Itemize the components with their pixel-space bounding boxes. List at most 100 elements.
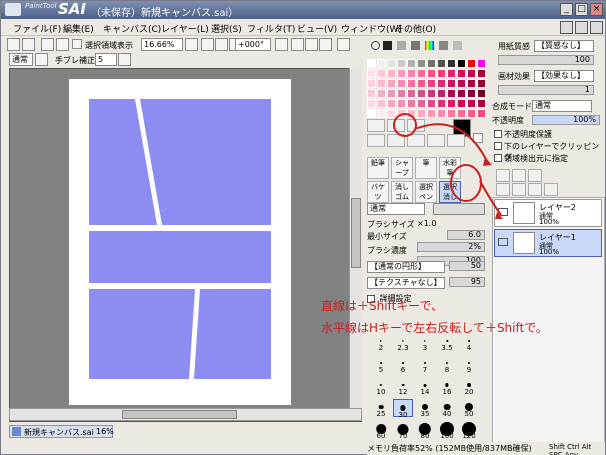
color-swatch[interactable] (377, 109, 386, 118)
effect-select[interactable]: 【効果なし】 (534, 70, 594, 82)
tool-eraser[interactable]: 消しゴム (391, 181, 413, 203)
layer-blend-select[interactable]: 通常 (532, 100, 592, 112)
menu-layer[interactable]: レイヤー(L) (161, 22, 209, 35)
mode-dropdown-button[interactable] (35, 53, 48, 66)
color-swatch[interactable] (457, 99, 466, 108)
color-swatch[interactable] (477, 99, 486, 108)
menu-canvas[interactable]: キャンバス(C) (103, 22, 161, 35)
rotation-field[interactable]: +000° (235, 38, 271, 51)
color-swatch[interactable] (387, 59, 396, 68)
stabilizer-dropdown-button[interactable] (118, 53, 131, 66)
brush-size-preset[interactable]: 6 (393, 355, 413, 374)
paper-texture-strength-slider[interactable]: 100 (498, 55, 594, 65)
tool-bucket[interactable]: バケツ (367, 181, 389, 203)
color-swatch[interactable] (387, 99, 396, 108)
color-swatch[interactable] (457, 109, 466, 118)
color-swatch[interactable] (477, 79, 486, 88)
menu-edit[interactable]: 編集(E) (63, 22, 94, 35)
doc-close-button[interactable] (590, 21, 603, 34)
color-swatch[interactable] (437, 59, 446, 68)
minimize-button[interactable]: _ (560, 3, 573, 16)
color-wheel-mode-icon[interactable] (371, 41, 380, 50)
zoom-tool[interactable] (387, 134, 405, 147)
rotation-dropdown-button[interactable] (275, 38, 288, 51)
color-swatch[interactable] (407, 99, 416, 108)
color-swatch[interactable] (447, 89, 456, 98)
tool-sharp[interactable]: シャープ (391, 157, 413, 179)
color-swatch[interactable] (437, 79, 446, 88)
rect-select-tool[interactable] (367, 119, 385, 132)
menu-filter[interactable]: フィルタ(T) (247, 22, 295, 35)
lasso-tool[interactable] (387, 119, 405, 132)
vertical-scroll-thumb[interactable] (351, 198, 361, 268)
vertical-scrollbar[interactable] (349, 68, 362, 408)
color-swatch[interactable] (417, 89, 426, 98)
merge-down-button[interactable] (512, 183, 526, 196)
delete-layer-button[interactable] (544, 183, 558, 196)
brush-size-preset[interactable]: 40 (437, 399, 457, 418)
color-swatch[interactable] (397, 69, 406, 78)
new-layer-button[interactable] (496, 169, 510, 182)
color-swatch[interactable] (477, 69, 486, 78)
zoom-in-button[interactable] (215, 38, 228, 51)
region-source-checkbox[interactable] (494, 154, 502, 162)
color-swatch[interactable] (367, 79, 376, 88)
color-swatch[interactable] (467, 89, 476, 98)
color-swatch[interactable] (467, 99, 476, 108)
menu-window[interactable]: ウィンドウ(W) (341, 22, 402, 35)
color-swatch[interactable] (417, 79, 426, 88)
color-swatch[interactable] (457, 69, 466, 78)
color-swatch[interactable] (437, 99, 446, 108)
brush-size-preset[interactable]: 8 (437, 355, 457, 374)
protect-opacity-checkbox[interactable] (494, 130, 502, 138)
menu-other[interactable]: その他(O) (395, 22, 436, 35)
color-swatch[interactable] (387, 89, 396, 98)
doc-restore-button[interactable] (575, 21, 588, 34)
brush-size-preset[interactable]: 35 (415, 399, 435, 418)
brush-size-preset[interactable]: 120 (459, 421, 479, 440)
mixer-mode-icon[interactable] (425, 41, 434, 50)
flip-horizontal-button[interactable] (337, 38, 350, 51)
color-swatch[interactable] (477, 59, 486, 68)
color-swatch[interactable] (377, 89, 386, 98)
color-swatch[interactable] (397, 109, 406, 118)
blend-mode-select[interactable]: 通常 (367, 203, 425, 215)
hsv-mode-icon[interactable] (397, 41, 406, 50)
maximize-button[interactable]: □ (575, 3, 588, 16)
color-swatch[interactable] (407, 89, 416, 98)
zoom-field[interactable]: 16.66% (141, 38, 183, 51)
color-swatch[interactable] (417, 59, 426, 68)
tool-pencil[interactable]: 鉛筆 (367, 157, 389, 179)
brush-size-preset[interactable]: 10 (371, 377, 391, 396)
color-swatch[interactable] (457, 79, 466, 88)
brush-size-preset[interactable]: 25 (371, 399, 391, 418)
clear-layer-button[interactable] (528, 183, 542, 196)
brush-size-preset[interactable]: 80 (415, 421, 435, 440)
horizontal-scrollbar[interactable] (9, 408, 362, 421)
opacity-slider[interactable]: 100% (532, 115, 600, 125)
color-swatch[interactable] (407, 109, 416, 118)
color-swatch[interactable] (457, 59, 466, 68)
eye-icon[interactable] (498, 238, 508, 246)
color-swatch[interactable] (477, 89, 486, 98)
zoom-out-button[interactable] (201, 38, 214, 51)
rgb-mode-icon[interactable] (383, 41, 392, 50)
menu-view[interactable]: ビュー(V) (297, 22, 337, 35)
color-swatch[interactable] (367, 99, 376, 108)
tool-brush[interactable]: 筆 (415, 157, 437, 179)
color-swatch[interactable] (407, 79, 416, 88)
magic-wand-tool[interactable] (407, 119, 425, 132)
color-swatch[interactable] (377, 69, 386, 78)
tool-watercolor[interactable]: 水彩筆 (439, 157, 461, 179)
selection-checkbox[interactable] (72, 39, 82, 49)
brush-size-preset[interactable]: 100 (437, 421, 457, 440)
color-swatch[interactable] (467, 79, 476, 88)
rotate-reset-button[interactable] (319, 38, 332, 51)
color-swatch[interactable] (427, 69, 436, 78)
color-swatch[interactable] (387, 69, 396, 78)
rotate-right-button[interactable] (305, 38, 318, 51)
color-swatch[interactable] (467, 69, 476, 78)
brush-size-preset[interactable]: 5 (371, 355, 391, 374)
copy-layer-button[interactable] (496, 183, 510, 196)
color-swatch[interactable] (447, 109, 456, 118)
